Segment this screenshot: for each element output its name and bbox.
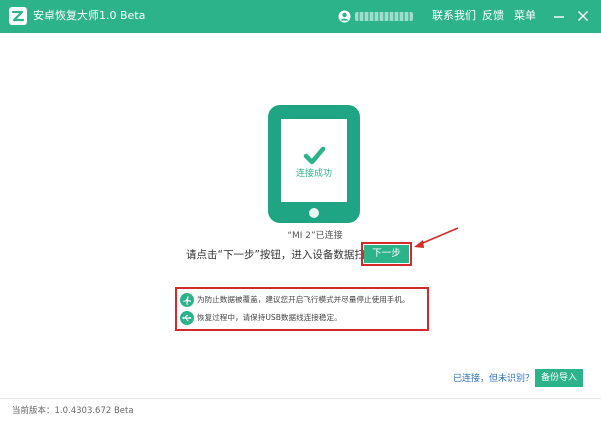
red-arrow-annotation — [414, 227, 459, 248]
phone-icon: 连接成功 — [268, 105, 360, 223]
status-divider — [0, 398, 601, 399]
app-logo-icon — [9, 7, 27, 25]
airplane-icon — [180, 293, 194, 307]
feedback-link[interactable]: 反馈 — [482, 9, 504, 23]
title-bar: 安卓恢复大师1.0 Beta 联系我们 反馈 菜单 — [0, 0, 601, 33]
contact-us-link[interactable]: 联系我们 — [432, 9, 476, 23]
phone-status-text: 连接成功 — [296, 167, 332, 179]
user-icon[interactable] — [338, 10, 351, 23]
minimize-icon[interactable] — [551, 8, 567, 24]
version-label: 当前版本：1.0.4303.672 Beta — [12, 406, 134, 416]
next-step-button[interactable]: 下一步 — [364, 245, 409, 263]
scan-prompt: 请点击“下一步”按钮，进入设备数据扫描 — [186, 249, 376, 261]
tip-text: 恢复过程中，请保持USB数据线连接稳定。 — [197, 313, 342, 322]
device-connected-label: “MI 2”已连接 — [287, 231, 343, 241]
app-title: 安卓恢复大师1.0 Beta — [33, 9, 146, 22]
usb-icon — [180, 311, 194, 325]
user-name-blurred[interactable] — [355, 12, 413, 21]
not-recognized-link[interactable]: 已连接，但未识别？ — [453, 373, 534, 385]
tip-text: 为防止数据被覆盖，建议您开启飞行模式并尽量停止使用手机。 — [197, 295, 410, 304]
menu-link[interactable]: 菜单 — [514, 9, 536, 23]
backup-import-button[interactable]: 备份导入 — [535, 369, 583, 387]
phone-illustration: 连接成功 — [266, 104, 362, 224]
close-icon[interactable] — [575, 8, 591, 24]
